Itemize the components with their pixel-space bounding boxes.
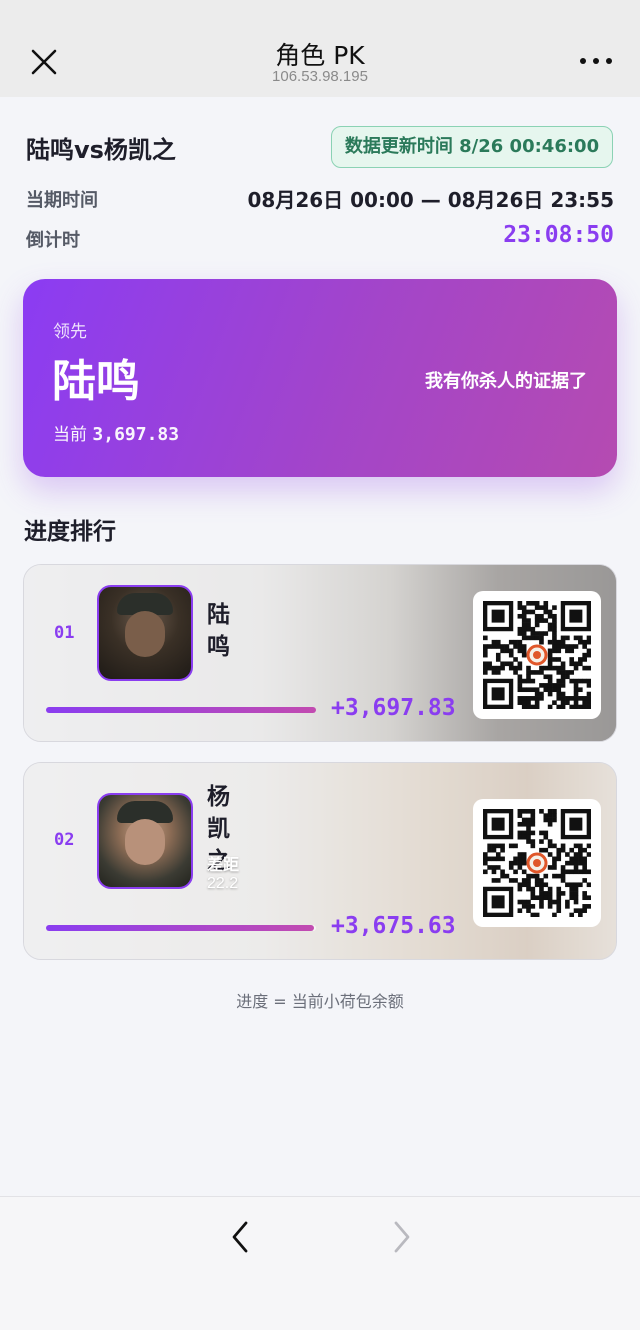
chevron-right-icon[interactable] bbox=[386, 1217, 416, 1257]
more-icon[interactable] bbox=[580, 58, 612, 66]
leader-quote: 我有你杀人的证据了 bbox=[425, 371, 587, 392]
progress-bar bbox=[46, 707, 316, 713]
qr-code bbox=[473, 591, 601, 719]
score-value: +3,675.63 bbox=[331, 913, 456, 939]
gap-value: 22.2 bbox=[207, 875, 239, 892]
update-time-badge: 数据更新时间 8/26 00:46:00 bbox=[331, 126, 613, 168]
gap-label: 差距 bbox=[207, 855, 240, 874]
progress-fill bbox=[46, 707, 316, 713]
avatar bbox=[97, 793, 193, 889]
rank-number: 01 bbox=[54, 623, 75, 643]
rank-card-1[interactable]: 01 陆鸣 +3,697.83 bbox=[23, 564, 617, 742]
countdown-value: 23:08:50 bbox=[503, 222, 614, 248]
page-title: 角色 PK bbox=[275, 41, 365, 70]
chevron-left-icon[interactable] bbox=[226, 1217, 256, 1257]
leader-card: 领先 陆鸣 我有你杀人的证据了 当前 3,697.83 bbox=[23, 279, 617, 477]
leader-current: 当前 3,697.83 bbox=[53, 420, 179, 445]
leader-current-value: 3,697.83 bbox=[92, 424, 180, 445]
bottom-nav bbox=[0, 1196, 640, 1330]
progress-bar bbox=[46, 925, 316, 931]
leader-name: 陆鸣 bbox=[52, 356, 140, 407]
top-bar: 角色 PK 106.53.98.195 bbox=[0, 0, 640, 97]
countdown-label: 倒计时 bbox=[26, 230, 80, 251]
qr-code bbox=[473, 799, 601, 927]
rank-card-2[interactable]: 02 杨凯之 差距 22.2 +3,675.63 bbox=[23, 762, 617, 960]
period-label: 当期时间 bbox=[26, 190, 98, 211]
ranking-title: 进度排行 bbox=[24, 519, 116, 545]
match-title: 陆鸣vs杨凯之 bbox=[26, 136, 176, 164]
character-name: 陆鸣 bbox=[207, 602, 230, 660]
page-subtitle: 106.53.98.195 bbox=[272, 68, 368, 85]
leader-current-label: 当前 bbox=[53, 425, 87, 445]
progress-fill bbox=[46, 925, 315, 931]
avatar bbox=[97, 585, 193, 681]
period-value: 08月26日 00:00 — 08月26日 23:55 bbox=[247, 188, 614, 212]
score-value: +3,697.83 bbox=[331, 695, 456, 721]
leader-label: 领先 bbox=[53, 322, 87, 342]
progress-footnote: 进度 = 当前小荷包余额 bbox=[236, 992, 404, 1011]
rank-number: 02 bbox=[54, 830, 75, 850]
